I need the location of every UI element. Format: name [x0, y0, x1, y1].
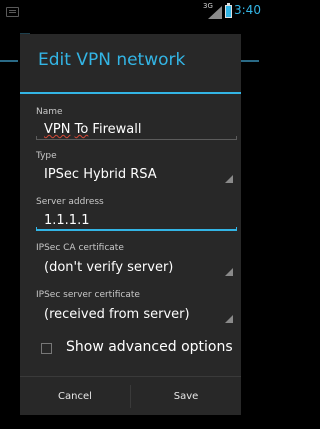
- name-value-word-to: To: [74, 122, 89, 137]
- server-address-label: Server address: [36, 197, 104, 207]
- show-advanced-options-checkbox[interactable]: [41, 343, 52, 354]
- type-label: Type: [36, 151, 57, 161]
- show-advanced-options-label[interactable]: Show advanced options: [66, 339, 233, 355]
- name-field-underline: [36, 136, 237, 140]
- dropdown-caret-icon: [225, 175, 233, 183]
- battery-icon: [225, 3, 232, 18]
- server-address-underline: [36, 227, 237, 231]
- clock: 3:40: [234, 3, 261, 17]
- cancel-button[interactable]: Cancel: [20, 377, 130, 416]
- name-value: VPN To Firewall: [44, 122, 141, 137]
- signal-icon: [208, 6, 222, 19]
- ca-certificate-label: IPSec CA certificate: [36, 243, 124, 253]
- type-spinner[interactable]: IPSec Hybrid RSA: [36, 165, 237, 185]
- dropdown-caret-icon: [225, 315, 233, 323]
- ca-certificate-spinner[interactable]: (don't verify server): [36, 258, 237, 278]
- server-address-field[interactable]: 1.1.1.1: [36, 211, 237, 231]
- name-value-word-vpn: VPN: [44, 122, 71, 137]
- name-value-rest: Firewall: [88, 122, 142, 137]
- edit-vpn-dialog: Edit VPN network Name VPN To Firewall Ty…: [20, 34, 241, 415]
- notification-icon: [6, 7, 19, 17]
- background-divider: [0, 60, 18, 62]
- server-certificate-value: (received from server): [44, 307, 190, 322]
- save-button[interactable]: Save: [131, 377, 241, 416]
- dropdown-caret-icon: [225, 268, 233, 276]
- server-address-value: 1.1.1.1: [44, 213, 90, 228]
- title-divider: [20, 92, 241, 94]
- server-certificate-label: IPSec server certificate: [36, 290, 140, 300]
- ca-certificate-value: (don't verify server): [44, 260, 174, 275]
- type-value: IPSec Hybrid RSA: [44, 167, 157, 182]
- dialog-button-bar: Cancel Save: [20, 376, 241, 416]
- server-certificate-spinner[interactable]: (received from server): [36, 305, 237, 325]
- name-field[interactable]: VPN To Firewall: [36, 120, 237, 140]
- background-divider: [241, 60, 259, 62]
- name-label: Name: [36, 107, 63, 117]
- status-bar: 3G 3:40: [0, 0, 261, 22]
- dialog-title: Edit VPN network: [38, 50, 186, 70]
